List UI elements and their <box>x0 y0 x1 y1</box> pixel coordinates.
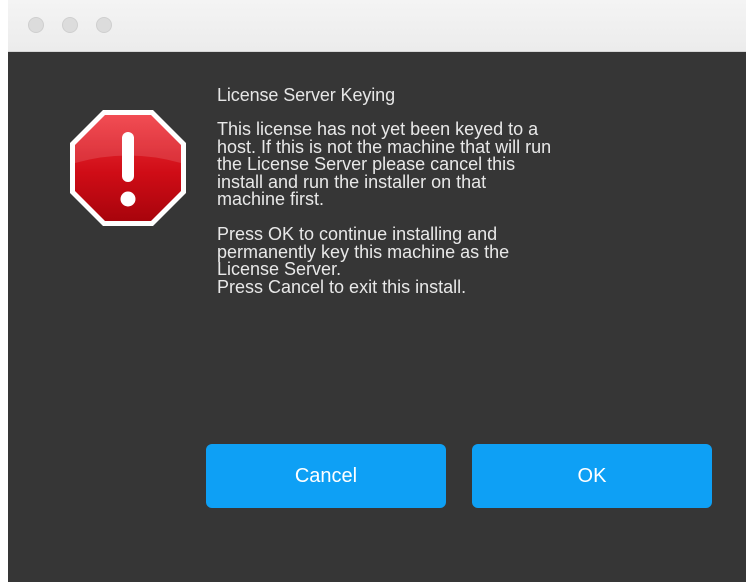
stop-alert-icon <box>70 110 186 226</box>
dialog-heading: License Server Keying <box>217 85 395 105</box>
dialog-content: License Server Keying This license has n… <box>8 53 746 582</box>
cancel-button[interactable]: Cancel <box>206 444 446 508</box>
minimize-window-button[interactable] <box>62 17 78 33</box>
close-window-button[interactable] <box>28 17 44 33</box>
ok-button[interactable]: OK <box>472 444 712 508</box>
dialog-message: This license has not yet been keyed to a… <box>217 119 552 297</box>
title-bar <box>8 0 746 52</box>
dialog-window: License Server Keying This license has n… <box>8 0 746 582</box>
zoom-window-button[interactable] <box>96 17 112 33</box>
